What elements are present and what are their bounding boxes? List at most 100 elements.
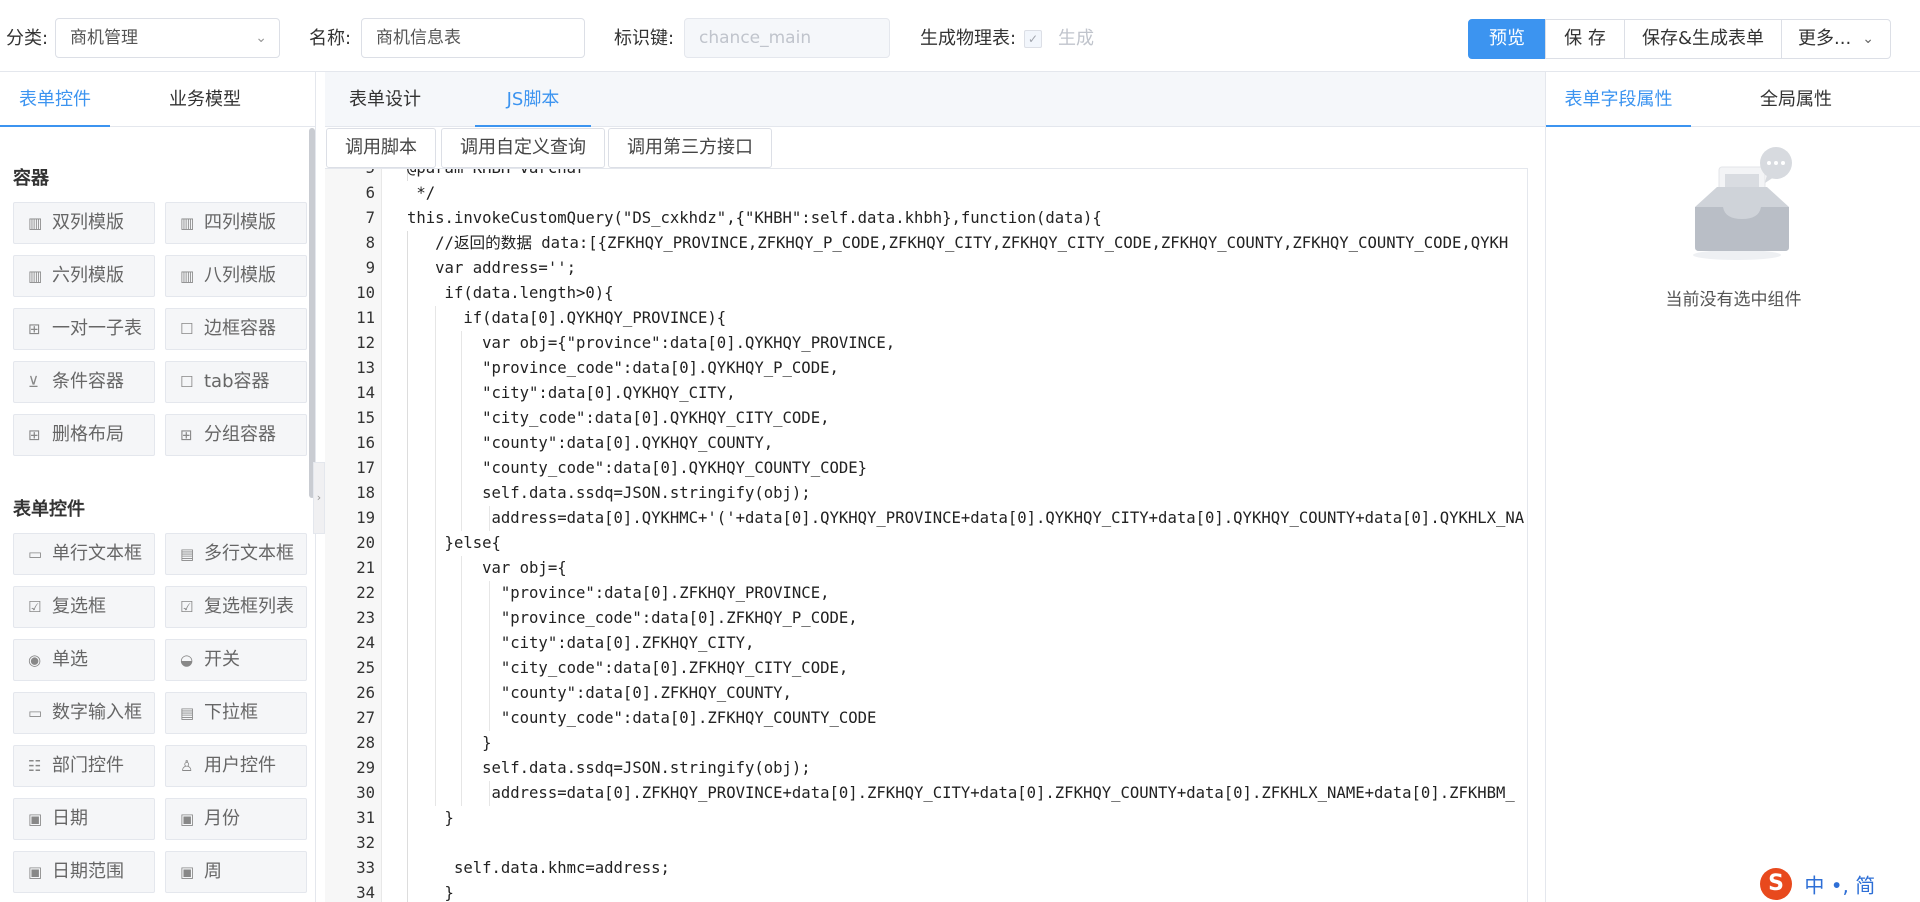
code-text: if(data[0].QYKHQY_PROVINCE){ [407,309,727,327]
code-line[interactable]: 21 var obj={ [325,556,1527,581]
code-line[interactable]: 7 this.invokeCustomQuery("DS_cxkhdz",{"KH… [325,206,1527,231]
control-item[interactable]: ▭ 数字输入框 [13,692,155,734]
chevron-down-icon: ⌄ [1862,31,1874,47]
tab-field-properties[interactable]: 表单字段属性 [1546,72,1691,127]
code-line[interactable]: 8 //返回的数据 data:[{ZFKHQY_PROVINCE,ZFKHQY_… [325,231,1527,256]
grid-icon: ⊞ [180,426,193,444]
code-line[interactable]: 18 self.data.ssdq=JSON.stringify(obj); [325,481,1527,506]
code-line[interactable]: 11 if(data[0].QYKHQY_PROVINCE){ [325,306,1527,331]
code-line[interactable]: 31 } [325,806,1527,831]
code-line[interactable]: 16 "county":data[0].QYKHQY_COUNTY, [325,431,1527,456]
code-line[interactable]: 13 "province_code":data[0].QYKHQY_P_CODE… [325,356,1527,381]
control-item[interactable]: ⊞ 删格布局 [13,414,155,456]
left-collapse-handle[interactable]: › [313,462,325,534]
code-text: address=data[0].QYKHMC+'('+data[0].QYKHQ… [407,509,1525,527]
invoke-third-party-api-button[interactable]: 调用第三方接口 [608,128,772,168]
code-line[interactable]: 14 "city":data[0].QYKHQY_CITY, [325,381,1527,406]
code-text: "city":data[0].QYKHQY_CITY, [407,384,736,402]
left-scrollbar[interactable] [309,128,315,498]
control-item[interactable]: ▥ 六列模版 [13,255,155,297]
code-line[interactable]: 20 }else{ [325,531,1527,556]
line-number: 13 [356,359,375,377]
control-item-label: 双列模版 [52,212,124,233]
tab-form-controls[interactable]: 表单控件 [0,72,110,127]
code-line[interactable]: 15 "city_code":data[0].QYKHQY_CITY_CODE, [325,406,1527,431]
control-item[interactable]: ☐ tab容器 [165,361,307,403]
code-line[interactable]: 10 if(data.length>0){ [325,281,1527,306]
control-item[interactable]: ▣ 周 [165,851,307,893]
control-item[interactable]: ◒ 开关 [165,639,307,681]
control-item[interactable]: ☑ 复选框 [13,586,155,628]
date-icon: ▣ [28,810,43,828]
code-line[interactable]: 28 } [325,731,1527,756]
code-line[interactable]: 29 self.data.ssdq=JSON.stringify(obj); [325,756,1527,781]
code-line[interactable]: 22 "province":data[0].ZFKHQY_PROVINCE, [325,581,1527,606]
control-item-label: 分组容器 [204,424,276,445]
control-item[interactable]: ▥ 八列模版 [165,255,307,297]
control-item-label: 日期 [52,808,88,829]
control-item[interactable]: ▣ 月份 [165,798,307,840]
line-number: 7 [365,209,375,227]
tab-js-script[interactable]: JS脚本 [475,72,591,127]
control-item[interactable]: ▭ 单行文本框 [13,533,155,575]
physical-table-label: 生成物理表: [920,28,1017,49]
code-line[interactable]: 34 } [325,881,1527,902]
more-button[interactable]: 更多... ⌄ [1781,19,1891,59]
control-item-label: 边框容器 [204,318,276,339]
code-line[interactable]: 30 address=data[0].ZFKHQY_PROVINCE+data[… [325,781,1527,806]
control-item-label: 单选 [52,649,88,670]
invoke-script-button[interactable]: 调用脚本 [326,128,436,168]
control-item[interactable]: ▣ 日期范围 [13,851,155,893]
control-item[interactable]: ▤ 多行文本框 [165,533,307,575]
code-line[interactable]: 9 var address=''; [325,256,1527,281]
control-item[interactable]: ⊞ 分组容器 [165,414,307,456]
code-line[interactable]: 17 "county_code":data[0].QYKHQY_COUNTY_C… [325,456,1527,481]
code-line[interactable]: 5 @param KHBH varchar [325,169,1527,181]
name-input[interactable]: 商机信息表 [361,18,585,58]
line-number: 20 [356,534,375,552]
save-button[interactable]: 保 存 [1545,19,1625,59]
code-line[interactable]: 19 address=data[0].QYKHMC+'('+data[0].QY… [325,506,1527,531]
code-line[interactable]: 25 "city_code":data[0].ZFKHQY_CITY_CODE, [325,656,1527,681]
line-number: 32 [356,834,375,852]
control-item[interactable]: ◉ 单选 [13,639,155,681]
control-item[interactable]: ☷ 部门控件 [13,745,155,787]
code-text: "county":data[0].ZFKHQY_COUNTY, [407,684,792,702]
editor-scroll-track[interactable] [1527,168,1545,902]
code-line[interactable]: 26 "county":data[0].ZFKHQY_COUNTY, [325,681,1527,706]
code-line[interactable]: 6 */ [325,181,1527,206]
control-item[interactable]: ⊞ 一对一子表 [13,308,155,350]
control-item-label: 一对一子表 [52,318,142,339]
physical-table-checkbox[interactable]: ✓ [1024,30,1042,48]
preview-button[interactable]: 预览 [1468,19,1546,59]
code-line[interactable]: 27 "county_code":data[0].ZFKHQY_COUNTY_C… [325,706,1527,731]
ime-indicator[interactable]: S 中 •, 简 [1760,868,1920,902]
tab-global-properties[interactable]: 全局属性 [1736,72,1856,127]
code-line[interactable]: 33 self.data.khmc=address; [325,856,1527,881]
tab-business-model[interactable]: 业务模型 [150,72,260,127]
invoke-custom-query-button[interactable]: 调用自定义查询 [441,128,605,168]
code-line[interactable]: 23 "province_code":data[0].ZFKHQY_P_CODE… [325,606,1527,631]
radio-icon: ◉ [28,651,42,669]
save-generate-button[interactable]: 保存&生成表单 [1624,19,1782,59]
category-select[interactable]: 商机管理 ⌄ [55,18,280,58]
line-number: 8 [365,234,375,252]
control-item[interactable]: ▥ 双列模版 [13,202,155,244]
code-line[interactable]: 32 [325,831,1527,856]
code-line[interactable]: 12 var obj={"province":data[0].QYKHQY_PR… [325,331,1527,356]
middle-panel: 表单设计 JS脚本 调用脚本 调用自定义查询 调用第三方接口 5 @param K… [325,72,1545,902]
tab-form-design[interactable]: 表单设计 [325,72,445,127]
empty-state-text: 当前没有选中组件 [1665,290,1802,310]
code-line[interactable]: 24 "city":data[0].ZFKHQY_CITY, [325,631,1527,656]
columns-icon: ▥ [180,214,195,232]
control-item[interactable]: ▤ 下拉框 [165,692,307,734]
control-item[interactable]: ▥ 四列模版 [165,202,307,244]
control-item[interactable]: ☑ 复选框列表 [165,586,307,628]
control-item[interactable]: ☐ 边框容器 [165,308,307,350]
control-item[interactable]: ▣ 日期 [13,798,155,840]
code-editor[interactable]: 5 @param KHBH varchar 6 */ 7 this.invokeCust… [325,168,1527,902]
control-item[interactable]: ⊻ 条件容器 [13,361,155,403]
control-item-label: 部门控件 [52,755,124,776]
control-item[interactable]: ♙ 用户控件 [165,745,307,787]
code-text: */ [407,184,436,202]
